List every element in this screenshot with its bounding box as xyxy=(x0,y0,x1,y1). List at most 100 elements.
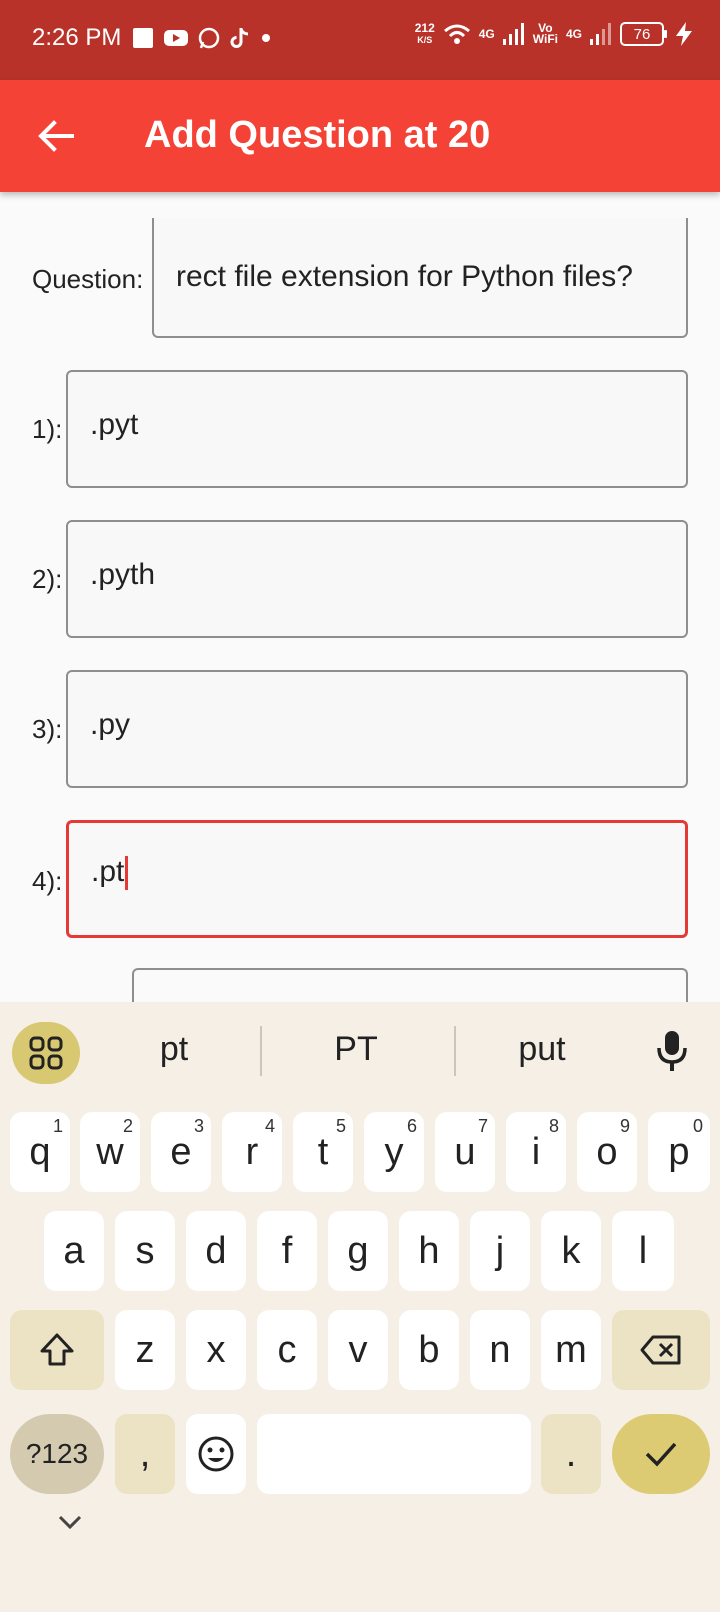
key-u[interactable]: u7 xyxy=(435,1112,495,1192)
key-b[interactable]: b xyxy=(399,1310,459,1390)
net1-label: 4G xyxy=(478,27,495,41)
option-2-label: 2): xyxy=(32,564,63,594)
key-g[interactable]: g xyxy=(328,1211,388,1291)
option-3-field[interactable]: .py xyxy=(66,670,688,788)
key-t-label: t xyxy=(317,1130,329,1173)
signal-icon-2 xyxy=(590,23,611,45)
option-4-label: 4): xyxy=(32,866,63,896)
notification-icons xyxy=(132,26,272,50)
soft-keyboard: pt PT put q1 w2 e3 r4 t5 y6 u7 i8 o9 p0 … xyxy=(0,1002,720,1612)
suggestion-2[interactable]: PT xyxy=(266,1030,446,1069)
key-a[interactable]: a xyxy=(44,1211,104,1291)
status-right: 212 K/S 4G Vo WiFi 4G 76 xyxy=(415,22,692,46)
key-w-label: w xyxy=(96,1130,124,1173)
key-r-label: r xyxy=(245,1130,259,1173)
key-h[interactable]: h xyxy=(399,1211,459,1291)
volte-badge: Vo WiFi xyxy=(532,22,558,46)
shift-icon xyxy=(40,1333,74,1366)
key-i-number: 8 xyxy=(548,1116,559,1136)
shift-key[interactable] xyxy=(10,1310,104,1390)
key-x[interactable]: x xyxy=(186,1310,246,1390)
option-1-label: 1): xyxy=(32,414,63,444)
check-icon xyxy=(645,1442,677,1467)
apps-grid-icon[interactable] xyxy=(12,1022,80,1084)
key-z[interactable]: z xyxy=(115,1310,175,1390)
backspace-icon xyxy=(640,1335,681,1365)
key-e-label: e xyxy=(170,1130,192,1173)
key-p-number: 0 xyxy=(692,1116,703,1136)
key-u-label: u xyxy=(454,1130,476,1173)
backspace-key[interactable] xyxy=(612,1310,710,1390)
option-4-field[interactable]: .pt xyxy=(66,820,688,938)
arrow-left-icon[interactable] xyxy=(32,112,80,160)
microphone-icon[interactable] xyxy=(652,1028,692,1074)
key-e[interactable]: e3 xyxy=(151,1112,211,1192)
question-label: Question: xyxy=(32,264,144,294)
key-y-number: 6 xyxy=(406,1116,417,1136)
space-key[interactable] xyxy=(257,1414,531,1494)
option-2-value: .pyth xyxy=(90,558,156,591)
battery-icon: 76 xyxy=(620,22,667,46)
comma-key[interactable]: , xyxy=(115,1414,175,1494)
key-m[interactable]: m xyxy=(541,1310,601,1390)
key-e-number: 3 xyxy=(193,1116,204,1136)
key-w-number: 2 xyxy=(122,1116,133,1136)
option-3-value: .py xyxy=(90,708,131,741)
suggestion-1[interactable]: pt xyxy=(84,1030,264,1069)
text-cursor xyxy=(125,856,129,891)
key-q[interactable]: q1 xyxy=(10,1112,70,1192)
net-speed-value: 212 xyxy=(414,21,435,35)
key-o-number: 9 xyxy=(619,1116,630,1136)
option-2-field[interactable]: .pyth xyxy=(66,520,688,638)
key-u-number: 7 xyxy=(477,1116,488,1136)
emoji-icon xyxy=(198,1436,234,1472)
key-v[interactable]: v xyxy=(328,1310,388,1390)
key-i-label: i xyxy=(531,1130,541,1173)
status-time: 2:26 PM xyxy=(32,24,122,51)
symbols-key[interactable]: ?123 xyxy=(10,1414,104,1494)
key-f[interactable]: f xyxy=(257,1211,317,1291)
option-1-field[interactable]: .pyt xyxy=(66,370,688,488)
wifi-label: WiFi xyxy=(532,32,558,46)
key-p-label: p xyxy=(668,1130,690,1173)
key-t[interactable]: t5 xyxy=(293,1112,353,1192)
youtube-icon xyxy=(164,30,188,46)
key-i[interactable]: i8 xyxy=(506,1112,566,1192)
period-key[interactable]: . xyxy=(541,1414,601,1494)
suggestion-divider xyxy=(260,1026,262,1076)
key-p[interactable]: p0 xyxy=(648,1112,710,1192)
signal-icon xyxy=(502,23,524,45)
key-j[interactable]: j xyxy=(470,1211,530,1291)
battery-level: 76 xyxy=(633,25,651,43)
key-c[interactable]: c xyxy=(257,1310,317,1390)
wifi-icon xyxy=(443,24,470,44)
key-q-number: 1 xyxy=(52,1116,63,1136)
key-q-label: q xyxy=(29,1130,51,1173)
option-3-label: 3): xyxy=(32,714,63,744)
key-r-number: 4 xyxy=(264,1116,275,1136)
question-field[interactable]: rect file extension for Python files? xyxy=(152,218,688,338)
key-r[interactable]: r4 xyxy=(222,1112,282,1192)
key-o[interactable]: o9 xyxy=(577,1112,637,1192)
key-y[interactable]: y6 xyxy=(364,1112,424,1192)
key-t-number: 5 xyxy=(335,1116,346,1136)
key-d[interactable]: d xyxy=(186,1211,246,1291)
net-speed: 212 K/S xyxy=(415,22,435,46)
key-l[interactable]: l xyxy=(612,1211,674,1291)
key-w[interactable]: w2 xyxy=(80,1112,140,1192)
key-s[interactable]: s xyxy=(115,1211,175,1291)
option-4-value: .pt xyxy=(91,855,125,888)
status-bar: 2:26 PM 212 K/S 4G Vo WiFi 4G 76 xyxy=(0,0,720,80)
key-k[interactable]: k xyxy=(541,1211,601,1291)
net-speed-unit: K/S xyxy=(417,35,433,45)
suggestion-3[interactable]: put xyxy=(452,1030,632,1069)
done-key[interactable] xyxy=(612,1414,710,1494)
key-n[interactable]: n xyxy=(470,1310,530,1390)
chevron-down-icon[interactable] xyxy=(56,1512,84,1532)
bolt-icon xyxy=(676,22,692,46)
key-o-label: o xyxy=(596,1130,618,1173)
suggestion-strip: pt PT put xyxy=(0,1002,720,1092)
whatsapp-icon xyxy=(198,27,220,49)
stop-square-icon xyxy=(133,28,153,48)
emoji-key[interactable] xyxy=(186,1414,246,1494)
